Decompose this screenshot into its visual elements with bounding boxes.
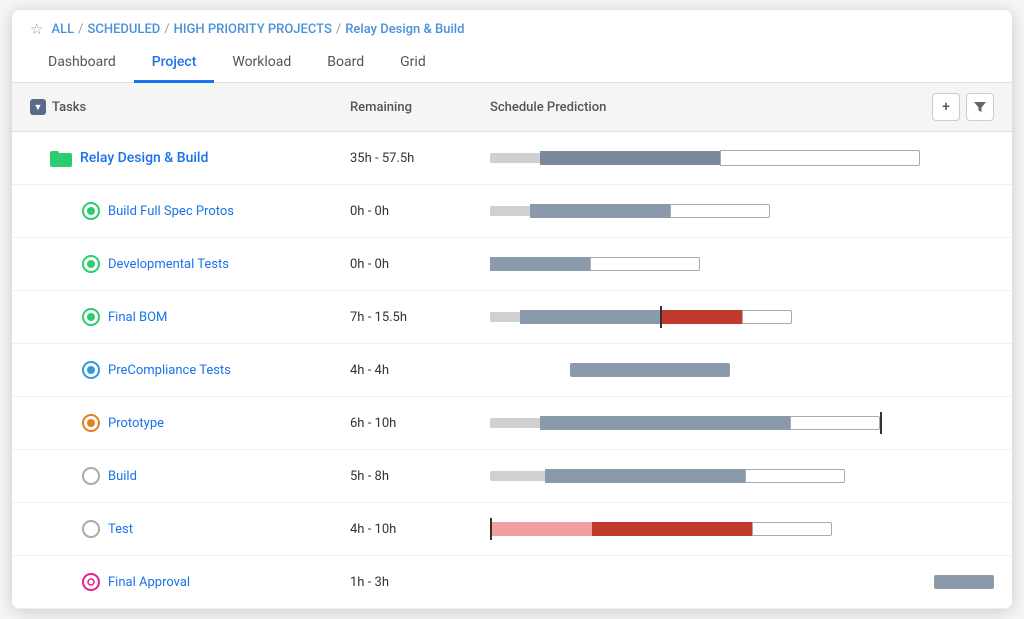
breadcrumb-sep2: / <box>164 22 169 37</box>
table-row: ⠿ Prototype 6h - 10h <box>12 397 1012 450</box>
main-table: ▼ Tasks Remaining Schedule Prediction + <box>12 83 1012 609</box>
gantt-cell <box>490 352 994 388</box>
gantt-cell <box>490 246 994 282</box>
breadcrumb-high-priority[interactable]: HIGH PRIORITY PROJECTS <box>174 22 332 37</box>
filter-icon <box>973 100 987 114</box>
task-cell: ⠿ Developmental Tests <box>30 255 350 273</box>
task-name[interactable]: Final BOM <box>108 310 167 325</box>
breadcrumb-sep3: / <box>336 22 341 37</box>
remaining-cell: 5h - 8h <box>350 469 490 484</box>
table-row: ⠿ PreCompliance Tests 4h - 4h <box>12 344 1012 397</box>
task-cell: ⠿ Build <box>30 467 350 485</box>
folder-icon <box>50 149 72 167</box>
table-row: ⠿ Relay Design & Build 35h - 57.5h <box>12 132 1012 185</box>
status-icon <box>82 520 100 538</box>
task-cell: ⠿ Build Full Spec Protos <box>30 202 350 220</box>
tasks-label: Tasks <box>52 100 86 115</box>
gantt-cell <box>490 193 994 229</box>
remaining-cell: 35h - 57.5h <box>350 151 490 166</box>
gantt-cell <box>490 405 994 441</box>
gantt-cell <box>490 511 994 547</box>
task-cell: ⠿ Relay Design & Build <box>30 149 350 167</box>
remaining-cell: 0h - 0h <box>350 204 490 219</box>
header-buttons: + <box>932 93 994 121</box>
table-row: ⠿ Developmental Tests 0h - 0h <box>12 238 1012 291</box>
filter-button[interactable] <box>966 93 994 121</box>
status-icon <box>82 255 100 273</box>
gantt-cell <box>490 564 994 600</box>
star-icon[interactable]: ☆ <box>30 20 43 38</box>
gantt-cell <box>490 458 994 494</box>
remaining-cell: 1h - 3h <box>350 575 490 590</box>
status-icon <box>82 573 100 591</box>
breadcrumb-scheduled[interactable]: SCHEDULED <box>88 22 161 37</box>
task-cell: ⠿ PreCompliance Tests <box>30 361 350 379</box>
remaining-cell: 0h - 0h <box>350 257 490 272</box>
col-schedule-header: Schedule Prediction + <box>490 93 994 121</box>
tasks-caret-icon[interactable]: ▼ <box>30 99 46 115</box>
nav-tabs: Dashboard Project Workload Board Grid <box>12 44 1012 83</box>
add-button[interactable]: + <box>932 93 960 121</box>
gantt-cell <box>490 140 994 176</box>
task-cell: ⠿ Final BOM <box>30 308 350 326</box>
task-cell: ⠿ Test <box>30 520 350 538</box>
task-name[interactable]: Final Approval <box>108 575 190 590</box>
table-row: ⠿ Build 5h - 8h <box>12 450 1012 503</box>
col-remaining-header: Remaining <box>350 100 490 115</box>
remaining-cell: 4h - 4h <box>350 363 490 378</box>
table-header: ▼ Tasks Remaining Schedule Prediction + <box>12 83 1012 132</box>
tab-workload[interactable]: Workload <box>214 44 309 83</box>
task-name[interactable]: Relay Design & Build <box>80 150 208 166</box>
remaining-cell: 4h - 10h <box>350 522 490 537</box>
remaining-cell: 7h - 15.5h <box>350 310 490 325</box>
col-tasks-header: ▼ Tasks <box>30 99 350 115</box>
task-name[interactable]: Prototype <box>108 416 164 431</box>
table-row: ⠿ Final BOM 7h - 15.5h <box>12 291 1012 344</box>
table-row: ⠿ Final Approval 1h - 3h <box>12 556 1012 609</box>
breadcrumb-current: Relay Design & Build <box>345 22 464 37</box>
task-name[interactable]: Test <box>108 522 133 537</box>
tab-board[interactable]: Board <box>309 44 382 83</box>
status-icon <box>82 308 100 326</box>
task-name[interactable]: Developmental Tests <box>108 257 229 272</box>
tab-project[interactable]: Project <box>134 44 215 83</box>
status-icon <box>82 467 100 485</box>
gantt-cell <box>490 299 994 335</box>
schedule-label: Schedule Prediction <box>490 100 606 115</box>
status-icon <box>82 361 100 379</box>
table-row: ⠿ Build Full Spec Protos 0h - 0h <box>12 185 1012 238</box>
table-row: ⠿ Test 4h - 10h <box>12 503 1012 556</box>
status-icon <box>82 414 100 432</box>
task-name[interactable]: PreCompliance Tests <box>108 363 231 378</box>
breadcrumb: ☆ ALL / SCHEDULED / HIGH PRIORITY PROJEC… <box>12 10 1012 44</box>
task-name[interactable]: Build Full Spec Protos <box>108 204 234 219</box>
main-window: ☆ ALL / SCHEDULED / HIGH PRIORITY PROJEC… <box>12 10 1012 609</box>
tab-grid[interactable]: Grid <box>382 44 444 83</box>
task-name[interactable]: Build <box>108 469 137 484</box>
tab-dashboard[interactable]: Dashboard <box>30 44 134 83</box>
task-cell: ⠿ Final Approval <box>30 573 350 591</box>
task-cell: ⠿ Prototype <box>30 414 350 432</box>
breadcrumb-all[interactable]: ALL <box>51 22 74 37</box>
status-icon <box>82 202 100 220</box>
breadcrumb-sep1: / <box>78 22 83 37</box>
remaining-cell: 6h - 10h <box>350 416 490 431</box>
